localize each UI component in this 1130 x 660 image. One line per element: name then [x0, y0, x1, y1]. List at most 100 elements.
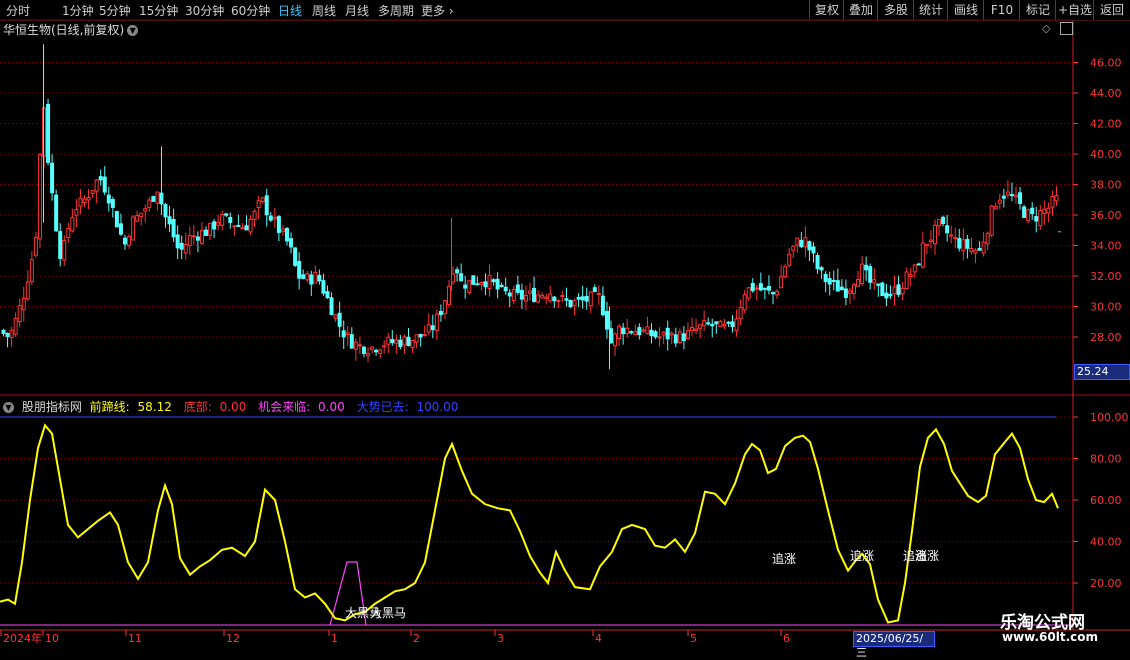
candle-body [754, 287, 759, 290]
candle-body [916, 263, 921, 266]
candle-body [398, 339, 403, 348]
candle-body [410, 340, 415, 349]
candle-body [977, 247, 982, 251]
candle-body [442, 300, 447, 314]
candle-body [313, 271, 318, 284]
candle-body [957, 238, 962, 249]
candle-body [1009, 194, 1014, 197]
candle-body [540, 294, 545, 298]
candle-body [422, 334, 427, 337]
candle-body [329, 297, 334, 316]
candle-body [985, 232, 990, 245]
candle-body [1030, 207, 1035, 215]
candle-body [908, 274, 913, 277]
candle-body [366, 352, 370, 357]
indicator-annotation: 追涨 [850, 548, 874, 563]
candle-body [317, 274, 322, 282]
candle-body [426, 324, 431, 333]
candle-body [199, 229, 204, 244]
candle-body [131, 216, 136, 241]
candle-body [791, 245, 796, 251]
candle-body [74, 208, 79, 216]
candle-body [604, 311, 609, 330]
candle-body [799, 239, 804, 248]
legend-dibu: 底部: 0.00 [183, 400, 247, 414]
candle-body [633, 331, 638, 336]
candle-body [771, 292, 775, 295]
candle-body [625, 327, 630, 334]
candle-body [114, 211, 119, 228]
indicator-menu-icon[interactable]: ▼ [3, 402, 14, 413]
candle-body [726, 321, 731, 324]
candle-body [1026, 209, 1031, 222]
price-tick-label: 32.00 [1090, 270, 1122, 283]
time-tick-label: 5 [690, 632, 697, 645]
candle-body [758, 283, 763, 291]
candle-body [714, 321, 719, 325]
candle-body [827, 278, 832, 285]
candle-body [783, 266, 788, 277]
indicator-tick-label: 80.00 [1090, 453, 1122, 466]
candle-body [511, 288, 516, 301]
candle-body [552, 296, 557, 302]
candle-body [280, 228, 285, 232]
candle-body [50, 162, 55, 194]
candle-body [479, 281, 484, 285]
candle-body [418, 333, 423, 338]
candle-body [86, 196, 91, 201]
candle-body [224, 213, 229, 216]
candle-body [175, 234, 180, 249]
candle-body [430, 325, 435, 331]
current-price-tag: 25.24 [1074, 364, 1130, 380]
candle-body [532, 288, 537, 302]
candle-body [1034, 216, 1039, 222]
candle-body [487, 274, 492, 290]
candle-body [1014, 194, 1018, 198]
price-tick-label: 44.00 [1090, 87, 1122, 100]
candle-body [216, 221, 221, 226]
candle-body [572, 300, 577, 306]
candle-body [276, 216, 281, 233]
candle-body [353, 341, 358, 350]
candle-body [665, 327, 670, 340]
candle-body [386, 336, 391, 345]
candle-body [309, 274, 314, 285]
candle-body [361, 346, 366, 354]
candle-body [856, 278, 861, 287]
time-tick-label: 2 [413, 632, 420, 645]
candle-body [123, 237, 127, 245]
candle-body [884, 292, 889, 299]
candle-body [710, 323, 715, 327]
candle-body [920, 242, 925, 268]
candle-body [102, 176, 107, 193]
candle-body [325, 291, 330, 299]
candle-body [584, 296, 589, 302]
candle-body [163, 204, 168, 218]
candle-body [1046, 207, 1051, 214]
candle-body [370, 346, 375, 350]
candle-body [25, 281, 30, 300]
candle-body [831, 279, 836, 282]
panel-toggle-icon[interactable] [1060, 22, 1073, 35]
candle-body [528, 290, 532, 294]
price-tick-label: 30.00 [1090, 301, 1122, 314]
candle-body [945, 225, 950, 234]
candle-body [645, 326, 650, 335]
diamond-icon[interactable]: ◇ [1042, 22, 1050, 35]
candle-body [523, 295, 528, 302]
candle-body [268, 215, 273, 221]
candle-body [139, 212, 144, 217]
candle-body [641, 329, 646, 332]
candle-body [17, 305, 22, 323]
candle-body [941, 216, 946, 224]
candle-body [289, 238, 294, 248]
legend-qiantixian: 前蹄线: 58.12 [89, 400, 172, 414]
candle-body [1022, 206, 1027, 218]
candle-body [110, 199, 115, 208]
candle-body [896, 284, 901, 295]
candle-body [135, 215, 140, 222]
candle-body [183, 243, 188, 254]
candle-body [341, 330, 346, 338]
chevron-down-icon[interactable]: ▼ [127, 25, 139, 36]
candle-body [467, 279, 472, 294]
